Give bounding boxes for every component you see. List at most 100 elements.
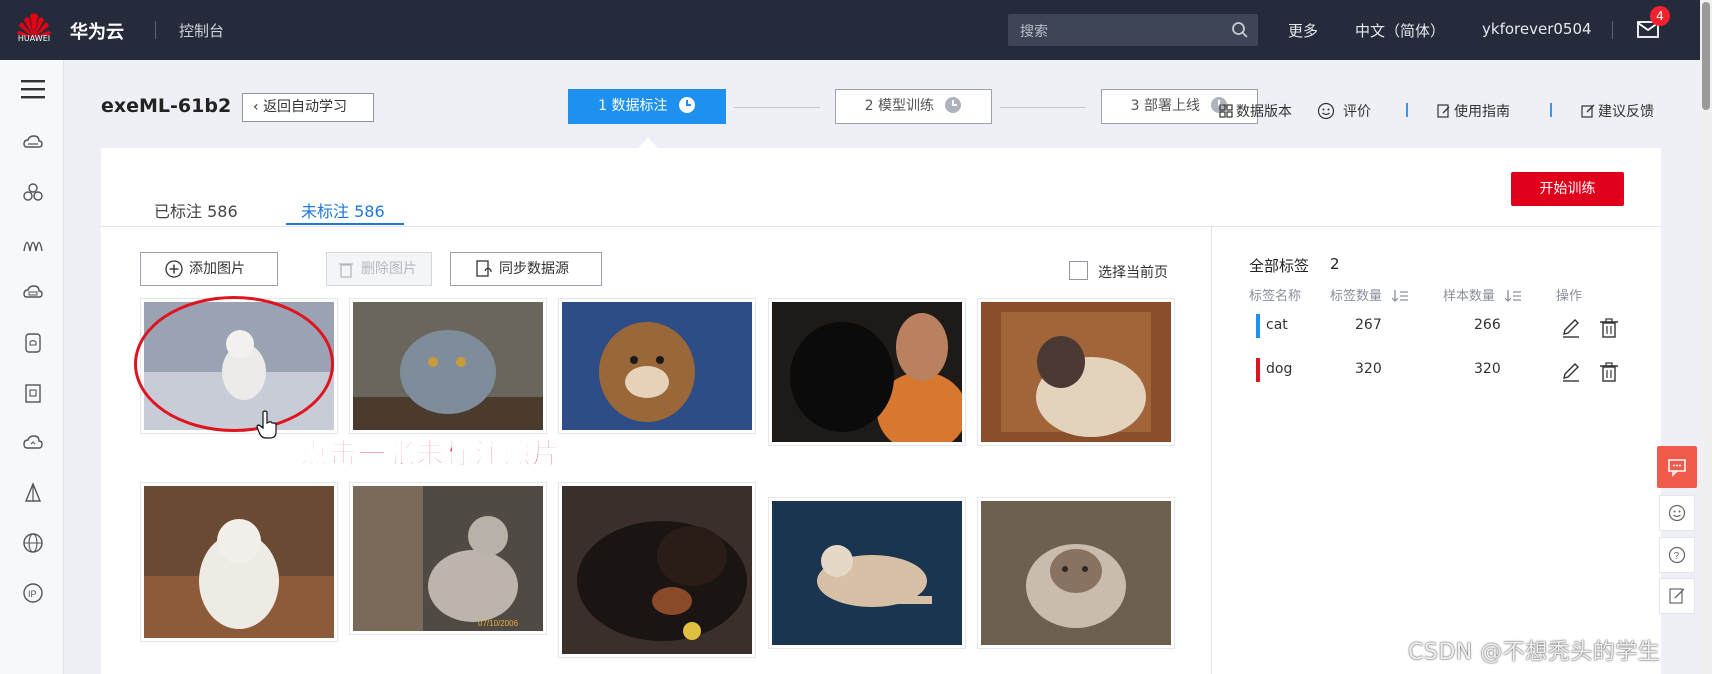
selection-highlight-circle: [134, 296, 334, 432]
image-thumbnail[interactable]: [768, 497, 966, 649]
back-button[interactable]: ‹ 返回自动学习: [242, 93, 374, 122]
guide-link[interactable]: 使用指南: [1437, 101, 1510, 121]
trash-icon[interactable]: [1598, 317, 1620, 339]
search-icon[interactable]: [1230, 20, 1250, 40]
label-name: dog: [1266, 361, 1293, 377]
chat-button[interactable]: [1657, 446, 1697, 488]
select-page-label[interactable]: 选择当前页: [1098, 262, 1168, 282]
add-images-label: 添加图片: [189, 261, 245, 277]
rate-link[interactable]: 评价: [1317, 101, 1371, 121]
data-version-label: 数据版本: [1236, 104, 1292, 120]
search-placeholder: 搜索: [1020, 24, 1048, 40]
rate-label: 评价: [1343, 104, 1371, 120]
col-label-count[interactable]: 标签数量: [1330, 285, 1409, 304]
ai-icon[interactable]: [22, 482, 44, 504]
clock-icon: [678, 97, 695, 113]
tab-unlabeled[interactable]: 未标注 586: [301, 198, 385, 222]
grid-icon: [1219, 104, 1233, 118]
start-training-button[interactable]: 开始训练: [1511, 172, 1624, 206]
svg-text:?: ?: [1674, 551, 1680, 562]
ip-icon[interactable]: IP: [22, 582, 44, 604]
feedback-label: 建议反馈: [1598, 104, 1654, 120]
brand-name[interactable]: 华为云: [70, 18, 124, 44]
search-input[interactable]: 搜索: [1008, 14, 1258, 46]
page-scrollbar[interactable]: [1700, 0, 1712, 674]
sync-doc-icon: [476, 260, 492, 277]
globe-icon[interactable]: [22, 532, 44, 554]
image-thumbnail[interactable]: [349, 298, 547, 434]
col-sample-count[interactable]: 样本数量: [1443, 285, 1522, 304]
edit-icon[interactable]: [1560, 317, 1582, 339]
scrollbar-thumb[interactable]: [1702, 2, 1710, 110]
cloud-server-icon[interactable]: [22, 132, 44, 154]
menu-icon[interactable]: [20, 78, 46, 100]
storage-icon[interactable]: [22, 282, 44, 304]
user-menu[interactable]: ykforever0504: [1482, 20, 1592, 38]
sample-count: 266: [1474, 317, 1501, 333]
delete-images-button[interactable]: 删除图片: [326, 252, 432, 286]
label-color-bar: [1256, 314, 1260, 338]
image-thumbnail[interactable]: [977, 298, 1175, 446]
labels-title: 全部标签: [1249, 257, 1310, 275]
language-select[interactable]: 中文（简体）: [1355, 20, 1445, 41]
smile-icon: [1317, 102, 1335, 120]
trash-icon: [339, 263, 353, 278]
edit-icon[interactable]: [1560, 361, 1582, 383]
image-thumbnail[interactable]: [768, 298, 966, 446]
console-link[interactable]: 控制台: [179, 20, 224, 41]
labels-count: 2: [1330, 255, 1340, 273]
step-connector: [1000, 107, 1086, 108]
image-thumbnail[interactable]: [140, 482, 338, 642]
network-icon[interactable]: [22, 232, 44, 254]
label-color-bar: [1256, 358, 1260, 382]
sort-icon[interactable]: [1392, 290, 1409, 302]
watermark-text: CSDN @不想秃头的学生: [1408, 640, 1661, 665]
trash-icon[interactable]: [1598, 361, 1620, 383]
col-action: 操作: [1556, 289, 1583, 304]
sort-icon[interactable]: [1505, 290, 1522, 302]
emoji-feedback-button[interactable]: [1659, 495, 1695, 531]
step-model-train[interactable]: 2 模型训练: [835, 89, 992, 124]
step-label: 3 部署上线: [1130, 98, 1200, 114]
divider: [1550, 103, 1552, 117]
data-version-link[interactable]: 数据版本: [1219, 101, 1292, 121]
help-icon: ?: [1668, 546, 1686, 564]
hand-cursor-icon: [256, 410, 277, 439]
suggest-button[interactable]: [1659, 578, 1695, 614]
col-label-count-text: 标签数量: [1330, 289, 1383, 304]
col-sample-count-text: 样本数量: [1443, 289, 1496, 304]
sync-source-label: 同步数据源: [499, 261, 569, 277]
guide-label: 使用指南: [1454, 104, 1510, 120]
logo-text: HUAWEI: [17, 34, 51, 43]
divider: [1406, 103, 1408, 117]
svg-text:IP: IP: [28, 589, 37, 599]
image-thumbnail[interactable]: [977, 497, 1175, 649]
plus-circle-icon: [165, 260, 183, 278]
chat-icon: [1668, 459, 1686, 477]
image-thumbnail[interactable]: 07/10/2006: [349, 482, 547, 635]
select-page-checkbox[interactable]: [1069, 261, 1088, 280]
add-images-button[interactable]: 添加图片: [140, 252, 278, 286]
back-label: 返回自动学习: [263, 99, 348, 115]
left-sidebar: IP: [0, 60, 64, 674]
smile-icon: [1668, 504, 1686, 522]
more-menu[interactable]: 更多: [1288, 20, 1318, 41]
step-data-label[interactable]: 1 数据标注: [568, 89, 726, 124]
cluster-icon[interactable]: [22, 182, 44, 204]
image-thumbnail[interactable]: [558, 298, 756, 434]
step-label: 1 数据标注: [598, 98, 668, 114]
delete-images-label: 删除图片: [361, 261, 417, 277]
tab-labeled[interactable]: 已标注 586: [154, 198, 238, 222]
feedback-link[interactable]: 建议反馈: [1581, 101, 1654, 121]
sync-source-button[interactable]: 同步数据源: [450, 252, 602, 286]
help-button[interactable]: ?: [1659, 537, 1695, 573]
project-name: exeML-61b2: [101, 95, 232, 117]
database-icon[interactable]: [22, 332, 44, 354]
edit-doc-icon: [1669, 588, 1685, 604]
image-thumbnail[interactable]: [558, 482, 756, 658]
tab-active-indicator: [286, 223, 404, 225]
step-connector: [734, 107, 820, 108]
document-db-icon[interactable]: [22, 382, 44, 404]
huawei-logo[interactable]: [14, 8, 54, 52]
cloud-icon[interactable]: [22, 432, 44, 454]
